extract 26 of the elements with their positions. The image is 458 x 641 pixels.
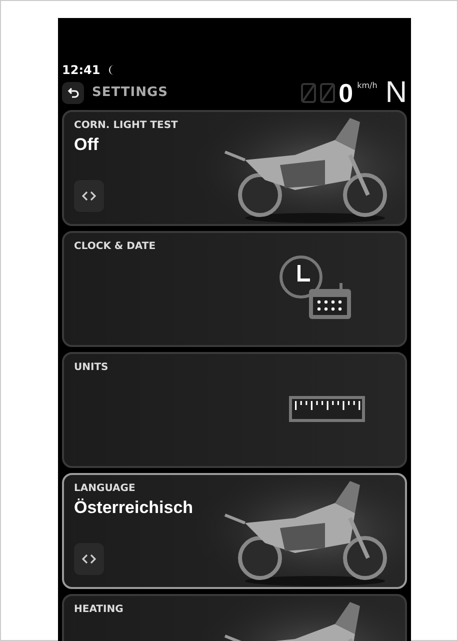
- card-label: LANGUAGE: [74, 482, 136, 496]
- settings-card[interactable]: CORN. LIGHT TEST Off: [62, 110, 407, 226]
- ruler-icon: [289, 396, 365, 422]
- gear-indicator: N: [385, 78, 407, 108]
- settings-card[interactable]: UNITS: [62, 352, 407, 468]
- unlit-digit-icon: [320, 83, 335, 103]
- left-right-button[interactable]: [74, 543, 104, 575]
- card-label: UNITS: [74, 361, 108, 375]
- settings-card[interactable]: HEATING: [62, 594, 407, 641]
- undo-arrow-icon: [66, 86, 80, 100]
- card-label: HEATING: [74, 603, 124, 617]
- card-label: CORN. LIGHT TEST: [74, 119, 178, 133]
- screen-title: SETTINGS: [92, 84, 168, 102]
- card-value: Österreichisch: [74, 497, 194, 519]
- left-right-button[interactable]: [74, 180, 104, 212]
- left-right-arrows-icon: [82, 554, 96, 564]
- clock-time: 12:41: [62, 62, 100, 79]
- card-label: CLOCK & DATE: [74, 240, 156, 254]
- left-right-arrows-icon: [82, 191, 96, 201]
- speed-unit: km/h: [357, 80, 378, 92]
- back-button[interactable]: [62, 82, 84, 104]
- settings-card[interactable]: CLOCK & DATE: [62, 231, 407, 347]
- settings-card[interactable]: LANGUAGE Österreichisch: [62, 473, 407, 589]
- unlit-digit-icon: [300, 83, 316, 103]
- speed-value: 0: [338, 80, 354, 106]
- card-value: Off: [74, 134, 99, 156]
